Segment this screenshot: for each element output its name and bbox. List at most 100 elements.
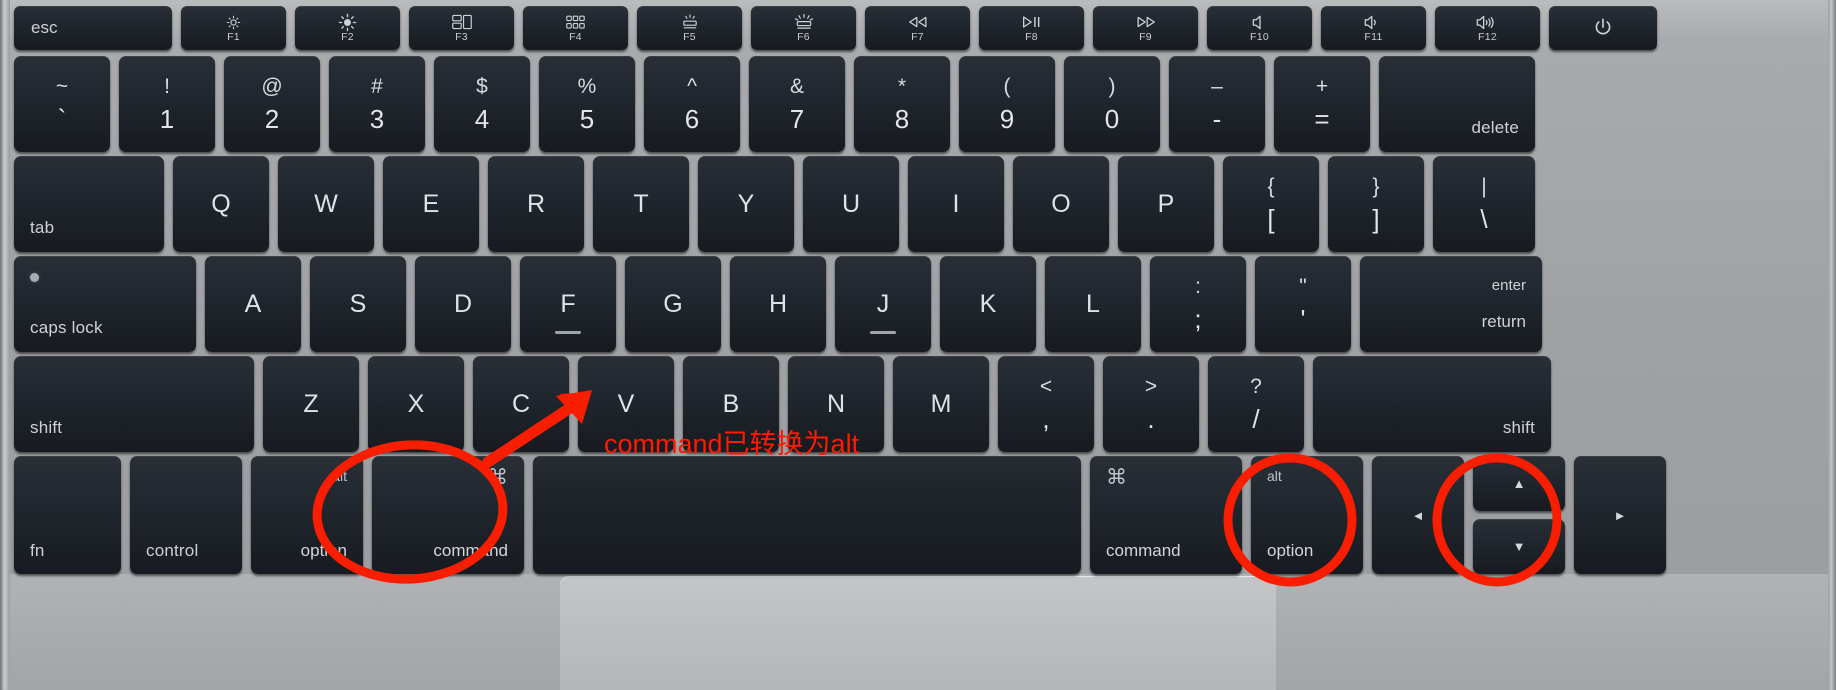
key-w-label: W: [314, 189, 338, 218]
key-fn-label: fn: [30, 541, 45, 560]
key-2-upper: @: [261, 75, 283, 98]
key-minus[interactable]: – -: [1169, 56, 1265, 152]
arrow-left-icon: ◄: [1411, 507, 1425, 523]
key-f4[interactable]: F4: [523, 6, 628, 50]
key-i[interactable]: I: [908, 156, 1004, 252]
key-h-label: H: [768, 289, 788, 318]
key-7-lower: 7: [789, 104, 805, 134]
key-caps-lock[interactable]: caps lock: [14, 256, 196, 352]
key-8[interactable]: * 8: [854, 56, 950, 152]
key-u[interactable]: U: [803, 156, 899, 252]
key-backtick[interactable]: ~ `: [14, 56, 110, 152]
key-f11[interactable]: F11: [1321, 6, 1426, 50]
key-5[interactable]: % 5: [539, 56, 635, 152]
key-p[interactable]: P: [1118, 156, 1214, 252]
key-f9[interactable]: F9: [1093, 6, 1198, 50]
key-f7[interactable]: F7: [865, 6, 970, 50]
key-space[interactable]: [533, 456, 1081, 574]
key-0-lower: 0: [1104, 104, 1120, 134]
key-command-right-label: command: [1106, 541, 1181, 560]
key-equal-upper: +: [1315, 75, 1329, 98]
command-glyph-right-icon: ⌘: [1106, 466, 1127, 489]
key-f8[interactable]: F8: [979, 6, 1084, 50]
key-arrow-up[interactable]: ▲: [1473, 456, 1565, 511]
key-d[interactable]: D: [415, 256, 511, 352]
key-option-left[interactable]: alt option: [251, 456, 363, 574]
key-arrow-left[interactable]: ◄: [1372, 456, 1464, 574]
key-esc[interactable]: esc: [14, 6, 172, 50]
key-return[interactable]: enter return: [1360, 256, 1542, 352]
key-power[interactable]: [1549, 6, 1657, 50]
key-bracket-left[interactable]: {[: [1223, 156, 1319, 252]
key-y[interactable]: Y: [698, 156, 794, 252]
key-tab[interactable]: tab: [14, 156, 164, 252]
key-f12[interactable]: F12: [1435, 6, 1540, 50]
key-w[interactable]: W: [278, 156, 374, 252]
key-3[interactable]: #3: [329, 56, 425, 152]
key-9-upper: (: [1003, 75, 1011, 98]
key-0[interactable]: ) 0: [1064, 56, 1160, 152]
keyboard-backlight-down-icon: [680, 14, 700, 31]
key-shift-right[interactable]: shift: [1313, 356, 1551, 452]
key-command-left[interactable]: ⌘ command: [372, 456, 524, 574]
key-9[interactable]: (9: [959, 56, 1055, 152]
key-f2[interactable]: F2: [295, 6, 400, 50]
key-f10[interactable]: F10: [1207, 6, 1312, 50]
key-x[interactable]: X: [368, 356, 464, 452]
key-fn[interactable]: fn: [14, 456, 121, 574]
key-q[interactable]: Q: [173, 156, 269, 252]
key-f5[interactable]: F5: [637, 6, 742, 50]
key-j[interactable]: J: [835, 256, 931, 352]
key-comma-lower: ,: [1042, 404, 1050, 434]
key-arrow-right[interactable]: ►: [1574, 456, 1666, 574]
key-m[interactable]: M: [893, 356, 989, 452]
key-7[interactable]: & 7: [749, 56, 845, 152]
key-control[interactable]: control: [130, 456, 242, 574]
key-a[interactable]: A: [205, 256, 301, 352]
key-5-upper: %: [577, 75, 597, 98]
key-l[interactable]: L: [1045, 256, 1141, 352]
key-comma[interactable]: <,: [998, 356, 1094, 452]
key-quote[interactable]: " ': [1255, 256, 1351, 352]
key-semicolon-upper: :: [1195, 275, 1201, 298]
key-f[interactable]: F: [520, 256, 616, 352]
key-4[interactable]: $4: [434, 56, 530, 152]
key-backtick-lower: `: [57, 104, 67, 134]
key-e[interactable]: E: [383, 156, 479, 252]
launchpad-icon: [566, 14, 585, 31]
key-k-label: K: [979, 289, 997, 318]
key-s[interactable]: S: [310, 256, 406, 352]
key-1[interactable]: ! 1: [119, 56, 215, 152]
key-minus-upper: –: [1211, 75, 1223, 98]
key-period[interactable]: >.: [1103, 356, 1199, 452]
modifier-key-row: fn control alt option ⌘ command ⌘ command a…: [0, 456, 1836, 574]
key-f3[interactable]: F3: [409, 6, 514, 50]
key-shift-left[interactable]: shift: [14, 356, 254, 452]
key-command-right[interactable]: ⌘ command: [1090, 456, 1242, 574]
key-2[interactable]: @2: [224, 56, 320, 152]
key-equal[interactable]: + =: [1274, 56, 1370, 152]
key-backslash[interactable]: | \: [1433, 156, 1535, 252]
key-backslash-lower: \: [1480, 204, 1488, 234]
key-f1[interactable]: F1: [181, 6, 286, 50]
key-c[interactable]: C: [473, 356, 569, 452]
key-quote-lower: ': [1300, 304, 1306, 334]
key-option-right-alt-label: alt: [1267, 468, 1282, 484]
key-h[interactable]: H: [730, 256, 826, 352]
key-option-right[interactable]: alt option: [1251, 456, 1363, 574]
key-y-label: Y: [737, 189, 755, 218]
key-semicolon[interactable]: :;: [1150, 256, 1246, 352]
key-arrow-down[interactable]: ▼: [1473, 519, 1565, 574]
key-delete[interactable]: delete: [1379, 56, 1535, 152]
key-z[interactable]: Z: [263, 356, 359, 452]
key-k[interactable]: K: [940, 256, 1036, 352]
key-t[interactable]: T: [593, 156, 689, 252]
key-6[interactable]: ^ 6: [644, 56, 740, 152]
key-f6-label: F6: [797, 30, 810, 43]
key-f6[interactable]: F6: [751, 6, 856, 50]
key-r[interactable]: R: [488, 156, 584, 252]
key-slash[interactable]: ? /: [1208, 356, 1304, 452]
key-g[interactable]: G: [625, 256, 721, 352]
key-o[interactable]: O: [1013, 156, 1109, 252]
key-bracket-right[interactable]: }]: [1328, 156, 1424, 252]
